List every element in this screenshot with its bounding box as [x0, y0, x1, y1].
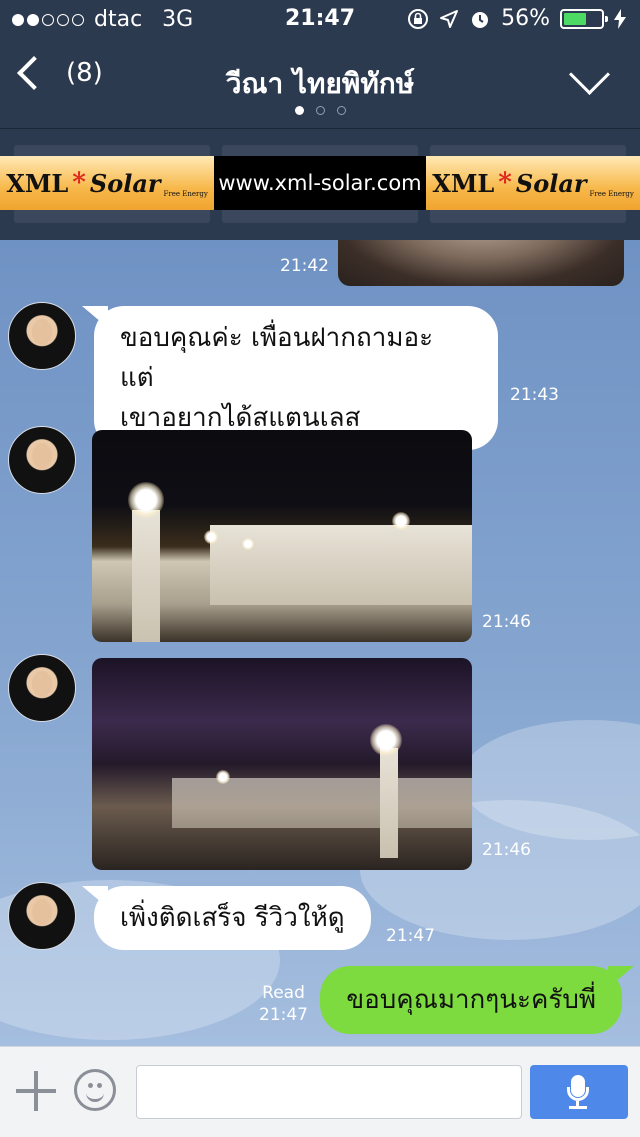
image-message[interactable] [92, 430, 472, 642]
alarm-icon [472, 11, 489, 28]
message-time: 21:42 [280, 256, 329, 276]
message-time: 21:46 [482, 840, 531, 860]
read-receipt: Read 21:47 [259, 983, 308, 1025]
message-bubble[interactable]: ขอบคุณค่ะ เพื่อนฝากถามอะ แต่ เขาอยากได้ส… [82, 306, 498, 450]
image-message[interactable] [92, 658, 472, 870]
message-text: เพิ่งติดเสร็จ รีวิวให้ดู [120, 903, 345, 933]
location-arrow-icon [440, 9, 459, 28]
message-time: 21:46 [482, 612, 531, 632]
voice-button[interactable] [530, 1065, 628, 1119]
avatar[interactable] [8, 302, 76, 370]
battery-percent: 56% [501, 6, 550, 31]
brand-logo: XML * Solar Free Energy [426, 156, 640, 210]
message-text: ขอบคุณมากๆนะครับพี่ [346, 985, 596, 1015]
avatar[interactable] [8, 654, 76, 722]
rotation-lock-icon [408, 8, 429, 29]
top-bar: dtac 3G 21:47 56% (8) วีณา ไทยพิทักษ์ [0, 0, 640, 128]
message-time: 21:43 [510, 385, 559, 405]
smiley-icon[interactable] [74, 1069, 116, 1111]
my-message-bubble[interactable]: ขอบคุณมากๆนะครับพี่ [320, 966, 634, 1034]
message-time: 21:47 [386, 926, 435, 946]
avatar[interactable] [8, 426, 76, 494]
input-bar [0, 1046, 640, 1137]
page-indicator [0, 106, 640, 115]
advertisement-banner[interactable]: XML * Solar Free Energy www.xml-solar.com X… [0, 156, 640, 210]
banner-url: www.xml-solar.com [214, 156, 426, 210]
avatar[interactable] [8, 882, 76, 950]
message-input[interactable] [136, 1065, 522, 1119]
battery-icon [560, 8, 608, 29]
message-bubble[interactable]: เพิ่งติดเสร็จ รีวิวให้ดู [82, 886, 371, 950]
brand-logo: XML * Solar Free Energy [0, 156, 214, 210]
chat-title: วีณา ไทยพิทักษ์ [225, 67, 415, 100]
status-bar: dtac 3G 21:47 56% [0, 0, 640, 40]
bolt-icon [614, 8, 626, 29]
chat-header: (8) วีณา ไทยพิทักษ์ [0, 40, 640, 128]
chat-area[interactable]: 21:42 ขอบคุณค่ะ เพื่อนฝากถามอะ แต่ เขาอย… [0, 240, 640, 1046]
message-text: ขอบคุณค่ะ เพื่อนฝากถามอะ แต่ [120, 323, 434, 393]
image-message[interactable] [338, 240, 624, 286]
plus-icon[interactable] [16, 1071, 56, 1111]
